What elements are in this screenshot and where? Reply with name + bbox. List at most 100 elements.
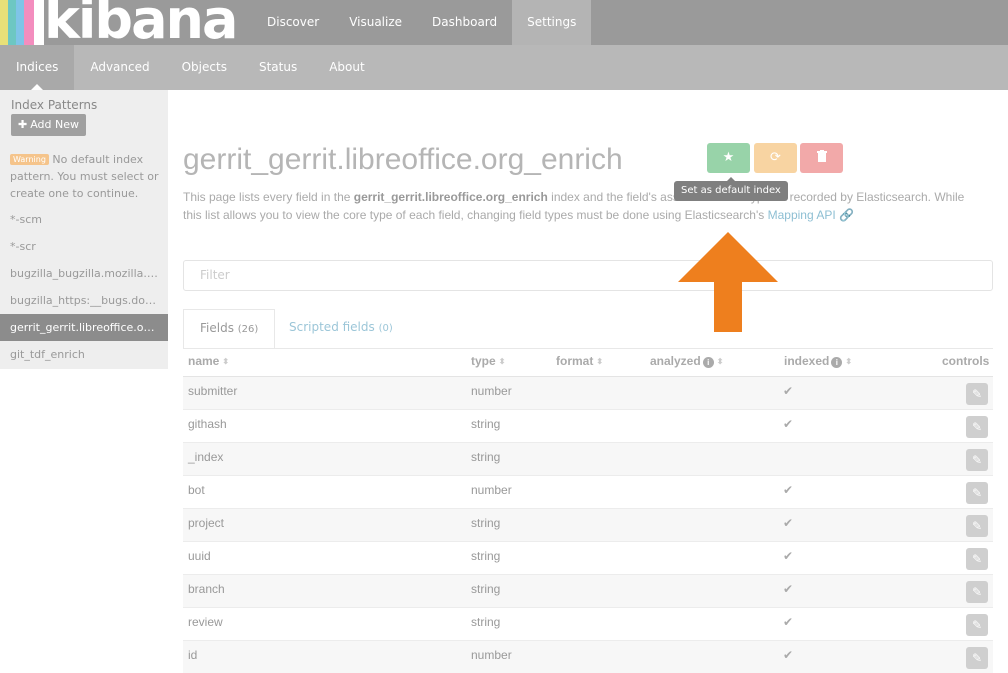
field-name: branch [188, 582, 225, 596]
field-type: number [471, 384, 512, 398]
delete-index-button[interactable] [800, 143, 843, 173]
refresh-icon: ⟳ [770, 150, 781, 165]
field-name: uuid [188, 549, 211, 563]
check-icon: ✔ [783, 417, 794, 431]
nav-settings[interactable]: Settings [512, 0, 592, 45]
trash-icon [816, 150, 827, 162]
edit-field-button[interactable]: ✎ [966, 548, 988, 570]
field-name: review [188, 615, 223, 629]
nav-visualize[interactable]: Visualize [334, 0, 417, 45]
field-type: string [471, 516, 501, 530]
set-default-index-button[interactable]: ★ [707, 143, 750, 173]
edit-field-button[interactable]: ✎ [966, 614, 988, 636]
field-type: number [471, 648, 512, 662]
tab-advanced[interactable]: Advanced [74, 45, 165, 90]
field-type: string [471, 615, 501, 629]
page-description: This page lists every field in the gerri… [183, 188, 983, 224]
logo-text: kibana [44, 0, 238, 45]
table-row: project string ✔ ✎ [183, 509, 993, 542]
warning-badge: Warning [10, 154, 49, 165]
check-icon: ✔ [783, 615, 794, 629]
check-icon: ✔ [783, 648, 794, 662]
field-type: number [471, 483, 512, 497]
star-icon: ★ [722, 150, 735, 165]
tab-scripted-fields[interactable]: Scripted fields (0) [273, 309, 409, 349]
check-icon: ✔ [783, 549, 794, 563]
sidebar-item-index-pattern[interactable]: *-scr [0, 233, 168, 260]
tab-indices[interactable]: Indices [0, 45, 75, 90]
sort-icon: ⬍ [498, 357, 506, 366]
column-name-label: name [188, 354, 220, 368]
field-name: project [188, 516, 225, 530]
column-format[interactable]: format ⬍ [556, 354, 603, 368]
info-icon[interactable]: i [831, 357, 843, 368]
field-name: githash [188, 417, 227, 431]
sidebar-heading: Index Patterns [11, 98, 98, 112]
annotation-arrow [678, 232, 778, 332]
column-type-label: type [471, 354, 496, 368]
settings-subnav: Indices Advanced Objects Status About [0, 45, 1008, 90]
edit-field-button[interactable]: ✎ [966, 647, 988, 669]
fields-table-header: name ⬍ type ⬍ format ⬍ analyzed i ⬍ indexed i ⬍… [183, 349, 993, 377]
edit-field-button[interactable]: ✎ [966, 515, 988, 537]
desc-text-pre: This page lists every field in the [183, 190, 354, 204]
sort-icon: ⬍ [716, 357, 724, 366]
table-row: id number ✔ ✎ [183, 641, 993, 673]
index-patterns-sidebar: Index Patterns ✚ Add New Warning No defau… [0, 90, 168, 369]
page-title: gerrit_gerrit.libreoffice.org_enrich [183, 143, 623, 176]
check-icon: ✔ [783, 516, 794, 530]
sidebar-item-index-pattern[interactable]: git_tdf_enrich [0, 341, 168, 368]
column-indexed[interactable]: indexed i ⬍ [784, 354, 852, 368]
tab-objects[interactable]: Objects [166, 45, 243, 90]
mapping-api-link[interactable]: Mapping API 🔗 [768, 208, 854, 222]
sort-icon: ⬍ [222, 357, 230, 366]
logo-stripe [16, 0, 24, 45]
check-icon: ✔ [783, 483, 794, 497]
edit-field-button[interactable]: ✎ [966, 482, 988, 504]
column-name[interactable]: name ⬍ [188, 354, 229, 368]
column-analyzed[interactable]: analyzed i ⬍ [650, 354, 723, 368]
sidebar-item-index-pattern[interactable]: bugzilla_https:__bugs.documentfoundation… [0, 287, 168, 314]
sidebar-item-index-pattern[interactable]: *-scm [0, 206, 168, 233]
field-name: submitter [188, 384, 238, 398]
field-name: id [188, 648, 198, 662]
logo-stripe [0, 0, 8, 45]
edit-field-button[interactable]: ✎ [966, 416, 988, 438]
add-new-button[interactable]: ✚ Add New [11, 114, 87, 136]
desc-index-name: gerrit_gerrit.libreoffice.org_enrich [353, 190, 548, 204]
kibana-logo[interactable]: kibana [0, 0, 252, 45]
info-icon[interactable]: i [702, 357, 714, 368]
edit-field-button[interactable]: ✎ [966, 383, 988, 405]
field-type: string [471, 417, 501, 431]
edit-field-button[interactable]: ✎ [966, 449, 988, 471]
filter-input[interactable]: Filter [183, 260, 993, 291]
tab-scripted-count: (0) [378, 323, 393, 334]
set-default-tooltip: Set as default index [674, 177, 788, 201]
sort-icon: ⬍ [845, 357, 853, 366]
top-nav: Discover Visualize Dashboard Settings [252, 0, 592, 45]
table-row: submitter number ✔ ✎ [183, 377, 993, 410]
nav-discover[interactable]: Discover [252, 0, 334, 45]
table-row: uuid string ✔ ✎ [183, 542, 993, 575]
table-row: bot number ✔ ✎ [183, 476, 993, 509]
column-indexed-label: indexed [784, 354, 830, 368]
logo-stripe [34, 0, 44, 45]
table-row: _index string ✎ [183, 443, 993, 476]
tab-fields-label: Fields [200, 321, 234, 335]
table-row: review string ✔ ✎ [183, 608, 993, 641]
table-row: githash string ✔ ✎ [183, 410, 993, 443]
column-format-label: format [556, 354, 594, 368]
column-type[interactable]: type ⬍ [471, 354, 505, 368]
tab-about[interactable]: About [313, 45, 380, 90]
add-new-label: Add New [30, 118, 80, 131]
sidebar-item-index-pattern-selected[interactable]: gerrit_gerrit.libreoffice.org_enrich [0, 314, 168, 341]
nav-dashboard[interactable]: Dashboard [417, 0, 512, 45]
tab-fields[interactable]: Fields (26) [183, 309, 276, 349]
logo-stripe [8, 0, 16, 45]
tab-status[interactable]: Status [243, 45, 313, 90]
sidebar-item-index-pattern[interactable]: bugzilla_bugzilla.mozilla.org [0, 260, 168, 287]
field-name: bot [188, 483, 205, 497]
plus-icon: ✚ [18, 118, 28, 131]
refresh-fields-button[interactable]: ⟳ [754, 143, 797, 173]
edit-field-button[interactable]: ✎ [966, 581, 988, 603]
